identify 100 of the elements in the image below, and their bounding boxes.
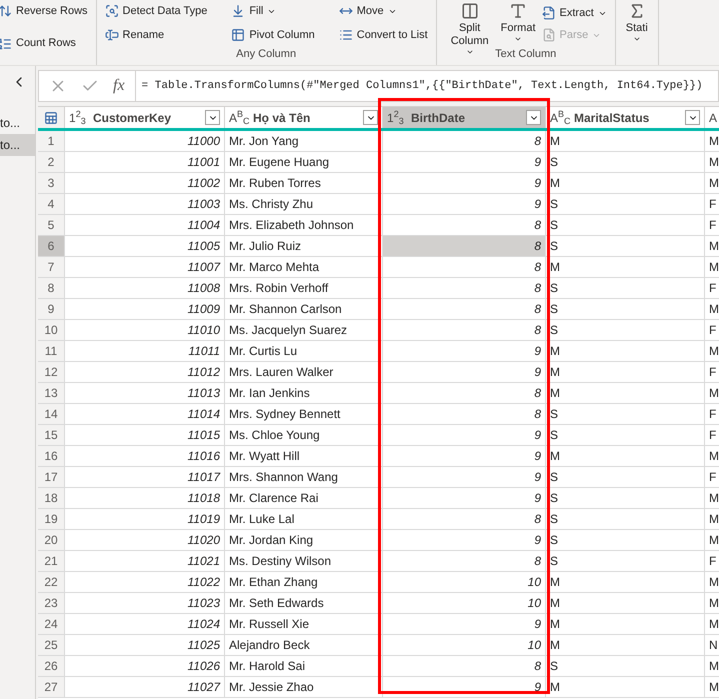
column-header[interactable]: A$^{B}$$_{C}$ Họ và Tên [225,107,383,128]
column-name: BirthDate [411,110,466,126]
table-cell: 11025 [65,635,225,655]
table-cell: Ms. Chloe Young [225,425,383,445]
row-number[interactable]: 12 [38,362,65,382]
table-cell: 9 [383,152,546,172]
ribbon-button[interactable]: Stati [624,2,650,65]
row-number[interactable]: 15 [38,425,65,445]
table-cell: F [705,194,719,214]
row-number[interactable]: 9 [38,299,65,319]
ribbon-button[interactable]: Format [498,2,538,43]
table-cell: 8 [383,236,546,256]
table-cell: Mr. Shannon Carlson [225,299,383,319]
table-cell: 8 [383,320,546,340]
row-number[interactable]: 18 [38,488,65,508]
row-number[interactable]: 26 [38,656,65,676]
ribbon-button[interactable]: Move [338,0,428,22]
table-cell: Mrs. Robin Verhoff [225,278,383,298]
row-number[interactable]: 1 [38,131,65,151]
column-header[interactable]: A [705,107,719,128]
ribbon-icon [542,28,556,42]
ribbon-button[interactable]: Rename [104,24,208,46]
filter-dropdown[interactable] [205,110,220,125]
row-number[interactable]: 8 [38,278,65,298]
group-label: Text Column [494,48,558,62]
row-number[interactable]: 5 [38,215,65,235]
table-cell: M [705,446,719,466]
table-cell: N [705,635,719,655]
row-number[interactable]: 7 [38,257,65,277]
ribbon-icon [0,4,12,18]
ribbon-button[interactable]: Extract [542,2,607,24]
ribbon-button[interactable]: Convert to List [338,24,428,46]
row-number[interactable]: 27 [38,677,65,697]
row-number[interactable]: 4 [38,194,65,214]
table-cell: F [705,362,719,382]
row-number[interactable]: 23 [38,593,65,613]
ribbon-button[interactable]: Detect Data Type [104,0,208,22]
table-cell: 11012 [65,362,225,382]
column-header[interactable]: 1$^{2}$$_{3}$ BirthDate [383,107,546,128]
filter-dropdown[interactable] [526,110,541,125]
table-cell: Mr. Ian Jenkins [225,383,383,403]
table-cell: Mrs. Sydney Bennett [225,404,383,424]
table-cell: 9 [383,614,546,634]
row-number[interactable]: 21 [38,551,65,571]
row-number[interactable]: 16 [38,446,65,466]
row-number[interactable]: 25 [38,635,65,655]
row-number[interactable]: 11 [38,341,65,361]
row-number[interactable]: 20 [38,530,65,550]
ribbon-button[interactable]: Count Rows [0,32,88,54]
table-cell: M [546,614,705,634]
table-cell: M [705,509,719,529]
table-cell: 9 [383,467,546,487]
table-cell: M [705,383,719,403]
row-number[interactable]: 3 [38,173,65,193]
ribbon-button[interactable]: Split Column [444,2,495,56]
formula-field[interactable]: = Table.TransformColumns(#"Merged Columns1",{{"BirthDate", Text.Length, Int64.Type}}) [134,71,718,101]
row-number[interactable]: 13 [38,383,65,403]
table-cell: 11016 [65,446,225,466]
row-number[interactable]: 2 [38,152,65,172]
row-number[interactable]: 10 [38,320,65,340]
group-label: Any Column [235,48,298,62]
row-number[interactable]: 22 [38,572,65,592]
ribbon-button[interactable]: Fill [231,0,315,22]
table-cell: 11015 [65,425,225,445]
table-cell: Mr. Harold Sai [225,656,383,676]
text-type-icon[interactable]: A [709,108,719,126]
table-cell: M [546,362,705,382]
table-cell: 8 [383,299,546,319]
table-cell: M [705,173,719,193]
table-cell: M [705,299,719,319]
table-cell: M [705,614,719,634]
row-number[interactable]: 24 [38,614,65,634]
table-cell: S [546,551,705,571]
filter-dropdown[interactable] [363,110,378,125]
ribbon-button[interactable]: Reverse Rows [0,0,88,22]
ribbon-button[interactable]: Pivot Column [231,24,315,46]
row-number[interactable]: 6 [38,236,65,256]
table-cell: 11023 [65,593,225,613]
query-item[interactable]: to... [0,112,35,134]
table-cell: 11007 [65,257,225,277]
table-cell: 11021 [65,551,225,571]
query-item[interactable]: to... [0,134,35,156]
table-cell: 9 [383,488,546,508]
row-number[interactable]: 19 [38,509,65,529]
table-cell: Mr. Curtis Lu [225,341,383,361]
table-cell: 8 [383,656,546,676]
table-cell: S [546,152,705,172]
table-cell: 11024 [65,614,225,634]
table-cell: M [705,236,719,256]
row-number[interactable]: 17 [38,467,65,487]
table-cell: Mr. Jessie Zhao [225,677,383,697]
column-header[interactable]: 1$^{2}$$_{3}$ CustomerKey [65,107,225,128]
table-cell: 8 [383,278,546,298]
filter-dropdown[interactable] [685,110,700,125]
table-cell: 8 [383,215,546,235]
table-cell: S [546,215,705,235]
table-cell: 9 [383,341,546,361]
table-cell: 9 [383,173,546,193]
row-number[interactable]: 14 [38,404,65,424]
column-header[interactable]: A$^{B}$$_{C}$ MaritalStatus [546,107,705,128]
